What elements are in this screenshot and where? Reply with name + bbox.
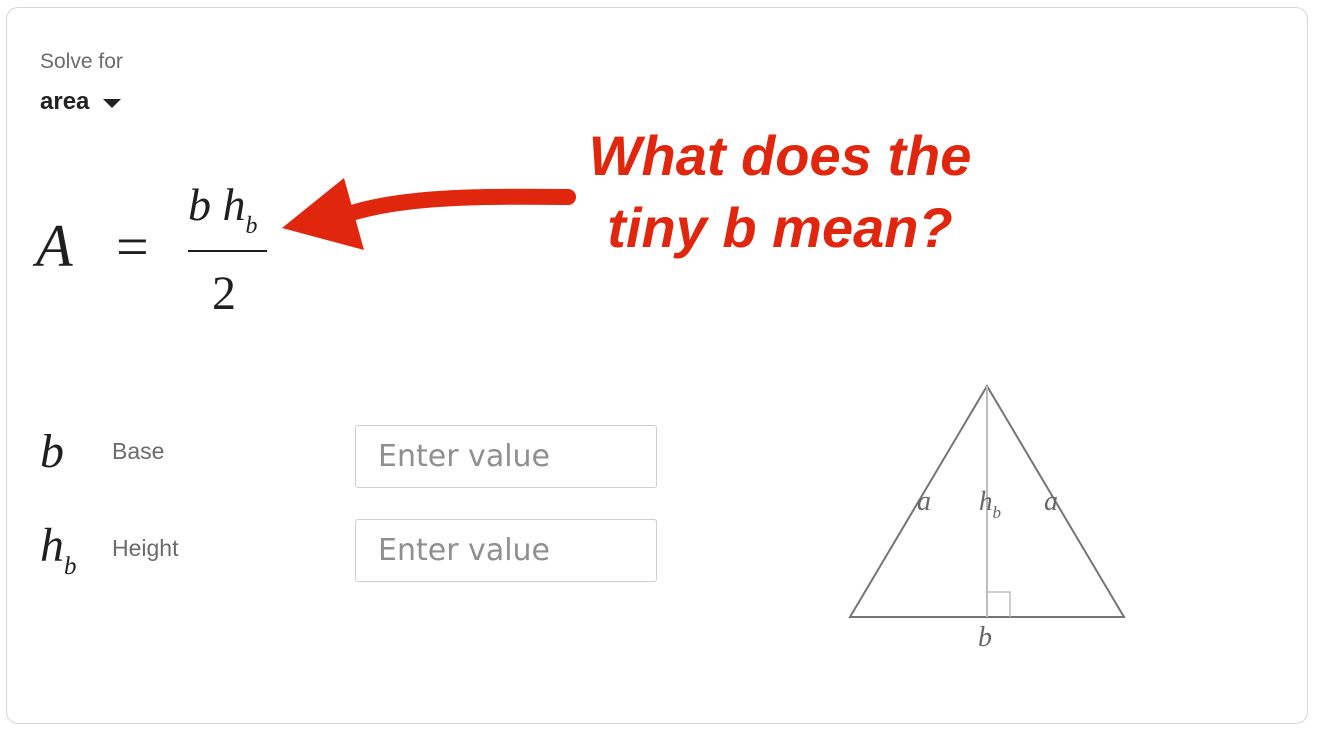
formula-equals: = <box>116 214 149 279</box>
variable-label-base: Base <box>112 438 165 464</box>
height-input[interactable] <box>355 519 657 582</box>
red-arrow-icon <box>282 178 576 250</box>
height-label: hb <box>979 486 1001 522</box>
solve-for-value: area <box>40 88 90 115</box>
base-input[interactable] <box>355 425 657 488</box>
formula-numerator: b hb <box>188 178 258 239</box>
variable-label-height: Height <box>112 534 179 561</box>
side-left-label: a <box>917 486 931 517</box>
height-label-main: h <box>979 486 993 516</box>
variable-row-base: b Base <box>40 424 164 479</box>
solve-for-dropdown[interactable]: area <box>40 88 122 116</box>
formula-lhs: A <box>36 213 73 279</box>
variable-row-height: hb Height <box>40 518 179 581</box>
right-angle-marker <box>987 591 1011 617</box>
annotation-callout: What does the tiny b mean? <box>540 120 1020 264</box>
symbol-subscript: b <box>64 553 77 581</box>
side-right-label: a <box>1044 486 1058 517</box>
formula-denominator: 2 <box>212 267 236 320</box>
variable-symbol-b: b <box>40 424 112 479</box>
height-label-sub: b <box>993 503 1002 522</box>
solve-for-label: Solve for <box>40 50 123 73</box>
numerator-base: b h <box>188 179 246 230</box>
triangle-diagram: a a hb b <box>848 384 1126 653</box>
annotation-line-2: tiny b mean? <box>607 196 953 259</box>
numerator-subscript: b <box>245 212 258 239</box>
fraction-bar <box>188 250 267 252</box>
caret-down-icon <box>103 98 122 108</box>
variable-symbol-h: hb <box>40 518 112 581</box>
symbol-text: b <box>40 425 64 478</box>
annotation-line-1: What does the <box>588 124 972 187</box>
symbol-text: h <box>40 519 64 572</box>
base-label: b <box>978 622 992 653</box>
